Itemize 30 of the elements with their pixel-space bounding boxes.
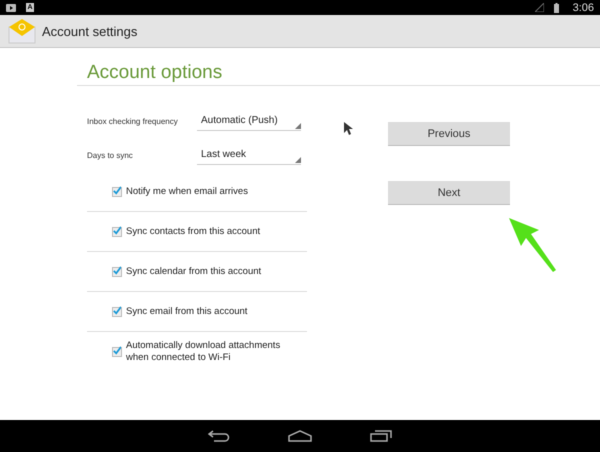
dropdown-corner-icon [295,157,301,163]
dropdown-field[interactable]: Last week [197,145,301,165]
home-icon[interactable] [288,430,312,442]
next-button[interactable]: Next [388,181,510,205]
setting-label: Days to sync [87,150,134,160]
recents-icon[interactable] [370,430,392,442]
envelope-icon [8,18,36,44]
previous-button[interactable]: Previous [388,122,510,146]
option-label: Sync contacts from this account [126,226,262,238]
clock-time: 3:06 [572,2,594,14]
mouse-pointer-icon [344,122,353,135]
dropdown-corner-icon [295,123,301,129]
option-label: Automatically download attachments when connected to Wi-Fi [126,340,282,363]
checkbox[interactable] [112,226,122,236]
option-label: Sync email from this account [126,306,248,318]
checkbox[interactable] [112,346,122,356]
screenshot-icon [6,3,16,12]
arrow-icon [509,218,557,272]
setting-label: Inbox checking frequency [87,116,179,126]
section-heading: Account options [77,62,600,86]
checkbox[interactable] [112,306,122,316]
option-label: Notify me when email arrives [126,186,249,198]
checkbox[interactable] [112,186,122,196]
back-icon[interactable] [208,430,230,442]
signal-icon [534,3,544,12]
option-label: Sync calendar from this account [126,266,262,278]
window-title: Account settings [42,24,138,38]
dropdown-field[interactable]: Automatic (Push) [197,111,301,131]
checkbox[interactable] [112,266,122,276]
battery-icon [554,2,559,12]
